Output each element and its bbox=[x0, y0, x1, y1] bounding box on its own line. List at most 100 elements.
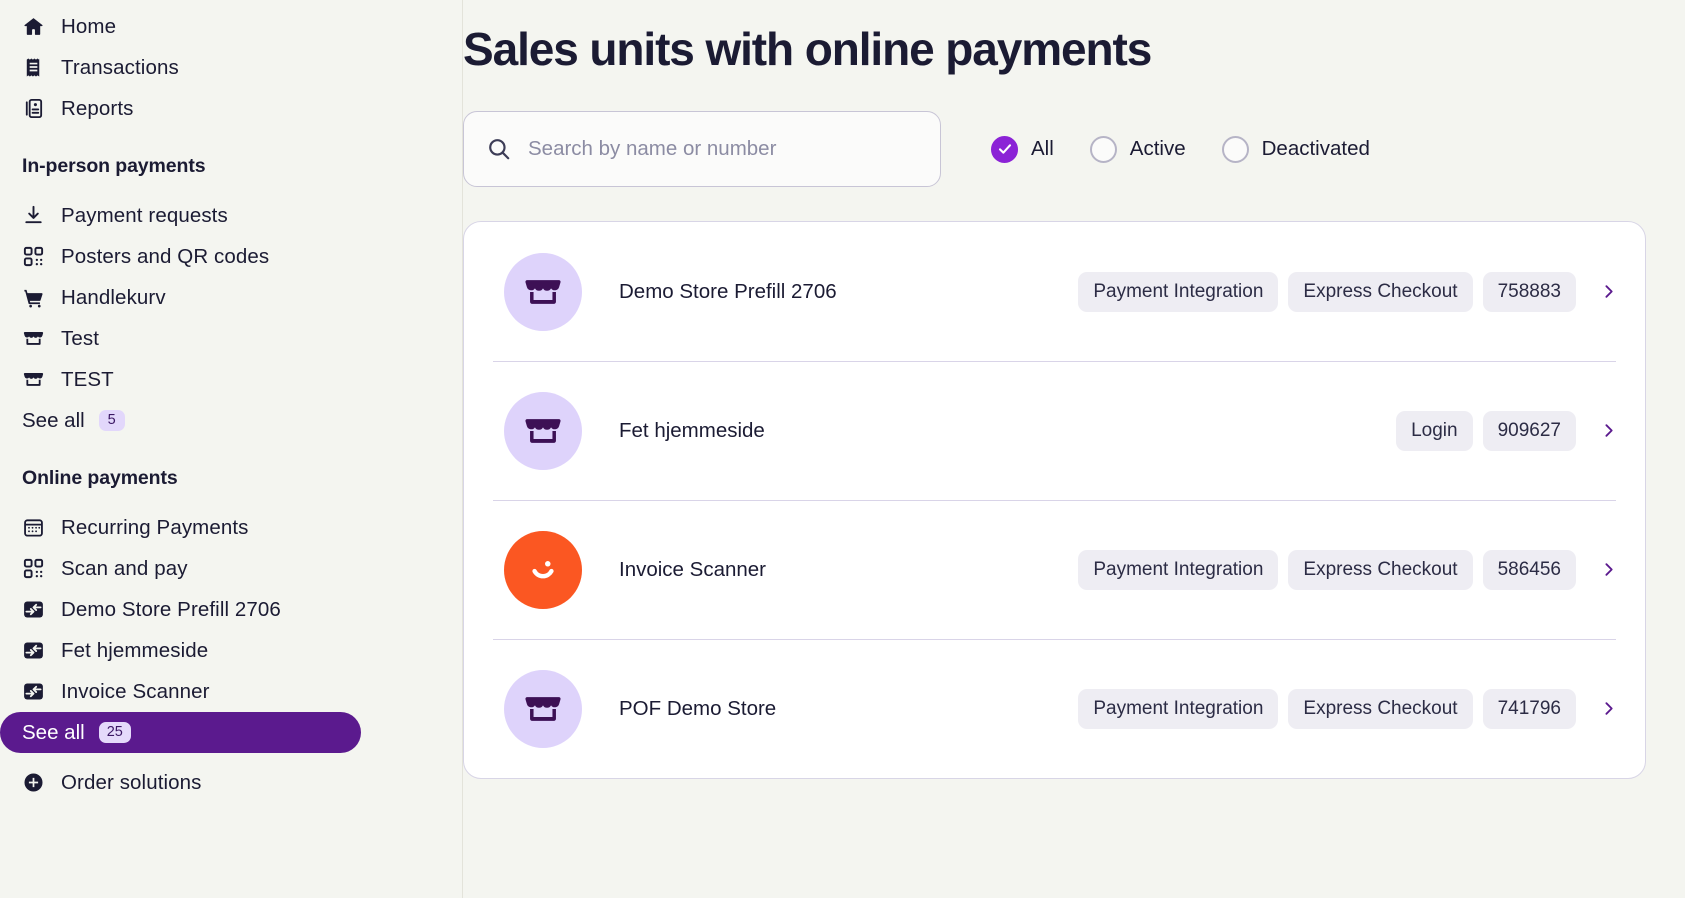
tag: Login bbox=[1396, 410, 1473, 451]
sidebar-item-label: Invoice Scanner bbox=[61, 679, 210, 703]
search-box[interactable] bbox=[463, 111, 941, 187]
qr-icon bbox=[22, 557, 45, 580]
store-icon bbox=[504, 669, 582, 748]
sidebar-see-all-online[interactable]: See all 25 bbox=[0, 712, 361, 753]
online-unit-icon bbox=[22, 598, 45, 621]
radio-unchecked-icon[interactable] bbox=[1221, 135, 1249, 163]
unit-tags: Payment Integration Express Checkout 586… bbox=[1078, 549, 1617, 590]
table-row[interactable]: Demo Store Prefill 2706 Payment Integrat… bbox=[464, 222, 1645, 361]
filter-label: Active bbox=[1129, 137, 1186, 160]
smiley-icon bbox=[504, 530, 582, 609]
tag: Payment Integration bbox=[1078, 271, 1279, 312]
tag-unit-number: 758883 bbox=[1482, 271, 1576, 312]
sidebar-item-reports[interactable]: Reports bbox=[0, 88, 462, 129]
unit-tags: Payment Integration Express Checkout 758… bbox=[1078, 271, 1617, 312]
see-all-label: See all bbox=[22, 408, 85, 432]
chevron-right-icon[interactable] bbox=[1600, 283, 1617, 300]
chevron-right-icon[interactable] bbox=[1600, 422, 1617, 439]
tag-unit-number: 909627 bbox=[1482, 410, 1576, 451]
sidebar-item-demo-store-prefill[interactable]: Demo Store Prefill 2706 bbox=[0, 589, 462, 630]
sidebar-section-title-in-person: In-person payments bbox=[22, 155, 206, 177]
store-icon bbox=[504, 391, 582, 470]
receipt-icon bbox=[22, 56, 45, 79]
see-all-count-badge: 25 bbox=[98, 721, 131, 744]
store-icon bbox=[22, 327, 45, 350]
online-unit-icon bbox=[22, 680, 45, 703]
sidebar-item-label: Recurring Payments bbox=[61, 515, 249, 539]
sidebar-item-label: Order solutions bbox=[61, 770, 202, 794]
sidebar-item-order-solutions[interactable]: Order solutions bbox=[0, 762, 462, 803]
sidebar-item-invoice-scanner[interactable]: Invoice Scanner bbox=[0, 671, 462, 712]
chevron-right-icon[interactable] bbox=[1600, 700, 1617, 717]
table-row[interactable]: POF Demo Store Payment Integration Expre… bbox=[464, 639, 1645, 778]
filter-option-active[interactable]: Active bbox=[1089, 135, 1186, 163]
cart-icon bbox=[22, 286, 45, 309]
filter-option-all[interactable]: All bbox=[991, 135, 1054, 163]
report-icon bbox=[22, 97, 45, 120]
tag: Payment Integration bbox=[1078, 688, 1279, 729]
see-all-count-badge: 5 bbox=[98, 409, 125, 432]
sidebar-item-fet-hjemmeside[interactable]: Fet hjemmeside bbox=[0, 630, 462, 671]
filter-option-deactivated[interactable]: Deactivated bbox=[1221, 135, 1370, 163]
home-icon bbox=[22, 15, 45, 38]
sales-units-list: Demo Store Prefill 2706 Payment Integrat… bbox=[463, 221, 1646, 779]
unit-name: Fet hjemmeside bbox=[619, 418, 765, 442]
search-input[interactable] bbox=[528, 137, 918, 161]
filter-controls: All Active Deactivated bbox=[463, 111, 1685, 187]
qr-icon bbox=[22, 245, 45, 268]
sidebar-item-label: Transactions bbox=[61, 55, 179, 79]
chevron-right-icon[interactable] bbox=[1600, 561, 1617, 578]
sidebar: Home Transactions Reports In-person paym… bbox=[0, 0, 463, 898]
sidebar-item-home[interactable]: Home bbox=[0, 6, 462, 47]
sidebar-item-label: TEST bbox=[61, 367, 114, 391]
tag: Express Checkout bbox=[1288, 549, 1473, 590]
sidebar-item-transactions[interactable]: Transactions bbox=[0, 47, 462, 88]
sidebar-item-label: Home bbox=[61, 14, 117, 38]
see-all-label: See all bbox=[22, 720, 85, 744]
sidebar-see-all-in-person[interactable]: See all 5 bbox=[0, 400, 462, 441]
sidebar-item-test[interactable]: Test bbox=[0, 318, 462, 359]
tag: Express Checkout bbox=[1288, 271, 1473, 312]
sidebar-item-handlekurv[interactable]: Handlekurv bbox=[0, 277, 462, 318]
online-unit-icon bbox=[22, 639, 45, 662]
status-filter-group: All Active Deactivated bbox=[991, 135, 1370, 163]
calendar-icon bbox=[22, 516, 45, 539]
table-row[interactable]: Invoice Scanner Payment Integration Expr… bbox=[464, 500, 1645, 639]
filter-label: Deactivated bbox=[1261, 137, 1370, 160]
main-content: Sales units with online payments All bbox=[463, 0, 1685, 898]
tag-unit-number: 741796 bbox=[1482, 688, 1576, 729]
sidebar-item-scan-and-pay[interactable]: Scan and pay bbox=[0, 548, 462, 589]
unit-name: Invoice Scanner bbox=[619, 557, 767, 581]
store-icon bbox=[22, 368, 45, 391]
sidebar-item-label: Fet hjemmeside bbox=[61, 638, 209, 662]
radio-checked-icon[interactable] bbox=[991, 135, 1018, 163]
sidebar-item-posters-qr[interactable]: Posters and QR codes bbox=[0, 236, 462, 277]
unit-tags: Login 909627 bbox=[1396, 410, 1617, 451]
sidebar-item-label: Posters and QR codes bbox=[61, 244, 270, 268]
unit-name: Demo Store Prefill 2706 bbox=[619, 279, 837, 303]
store-icon bbox=[504, 252, 582, 331]
app-root: Home Transactions Reports In-person paym… bbox=[0, 0, 1685, 898]
search-icon bbox=[486, 136, 512, 162]
sidebar-item-label: Demo Store Prefill 2706 bbox=[61, 597, 281, 621]
tag: Express Checkout bbox=[1288, 688, 1473, 729]
sidebar-item-label: Reports bbox=[61, 96, 134, 120]
tag-unit-number: 586456 bbox=[1482, 549, 1576, 590]
tag: Payment Integration bbox=[1078, 549, 1279, 590]
unit-tags: Payment Integration Express Checkout 741… bbox=[1078, 688, 1617, 729]
sidebar-item-test-upper[interactable]: TEST bbox=[0, 359, 462, 400]
sidebar-item-label: Test bbox=[61, 326, 99, 350]
page-title: Sales units with online payments bbox=[463, 23, 1152, 75]
filter-label: All bbox=[1031, 137, 1054, 160]
radio-unchecked-icon[interactable] bbox=[1089, 135, 1117, 163]
sidebar-section-title-online: Online payments bbox=[22, 467, 178, 489]
sidebar-item-label: Handlekurv bbox=[61, 285, 166, 309]
table-row[interactable]: Fet hjemmeside Login 909627 bbox=[464, 361, 1645, 500]
sidebar-item-label: Payment requests bbox=[61, 203, 228, 227]
sidebar-item-recurring-payments[interactable]: Recurring Payments bbox=[0, 507, 462, 548]
download-icon bbox=[22, 204, 45, 227]
unit-name: POF Demo Store bbox=[619, 696, 777, 720]
sidebar-item-payment-requests[interactable]: Payment requests bbox=[0, 195, 462, 236]
plus-circle-icon bbox=[22, 771, 45, 794]
